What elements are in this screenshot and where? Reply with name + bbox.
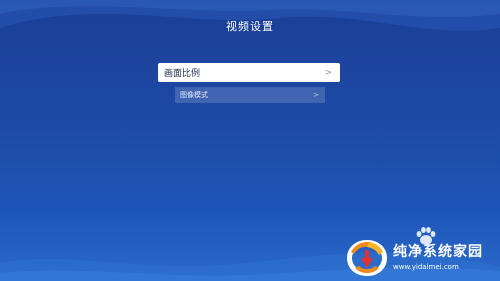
watermark-site-name: 纯净系统家园 <box>393 244 483 260</box>
menu-item-aspect-ratio[interactable]: 画面比例 > <box>158 63 340 82</box>
chevron-right-icon: > <box>313 91 319 99</box>
menu-item-label: 画面比例 <box>164 69 201 79</box>
watermark: 纯净系统家园 www.yidaimei.com <box>345 226 495 278</box>
paw-icon <box>416 227 436 245</box>
watermark-site-url: www.yidaimei.com <box>393 263 459 271</box>
site-logo-icon <box>347 240 387 276</box>
watermark-text: 纯净系统家园 www.yidaimei.com <box>393 244 493 272</box>
menu-item-picture-mode[interactable]: 图像模式 > <box>175 87 325 103</box>
tv-settings-screen: 视频设置 画面比例 > 图像模式 > 纯净系统家园 www.yidaimei.c <box>0 0 500 281</box>
page-title: 视频设置 <box>226 20 274 33</box>
chevron-right-icon: > <box>324 67 332 78</box>
menu-item-label: 图像模式 <box>180 91 208 99</box>
